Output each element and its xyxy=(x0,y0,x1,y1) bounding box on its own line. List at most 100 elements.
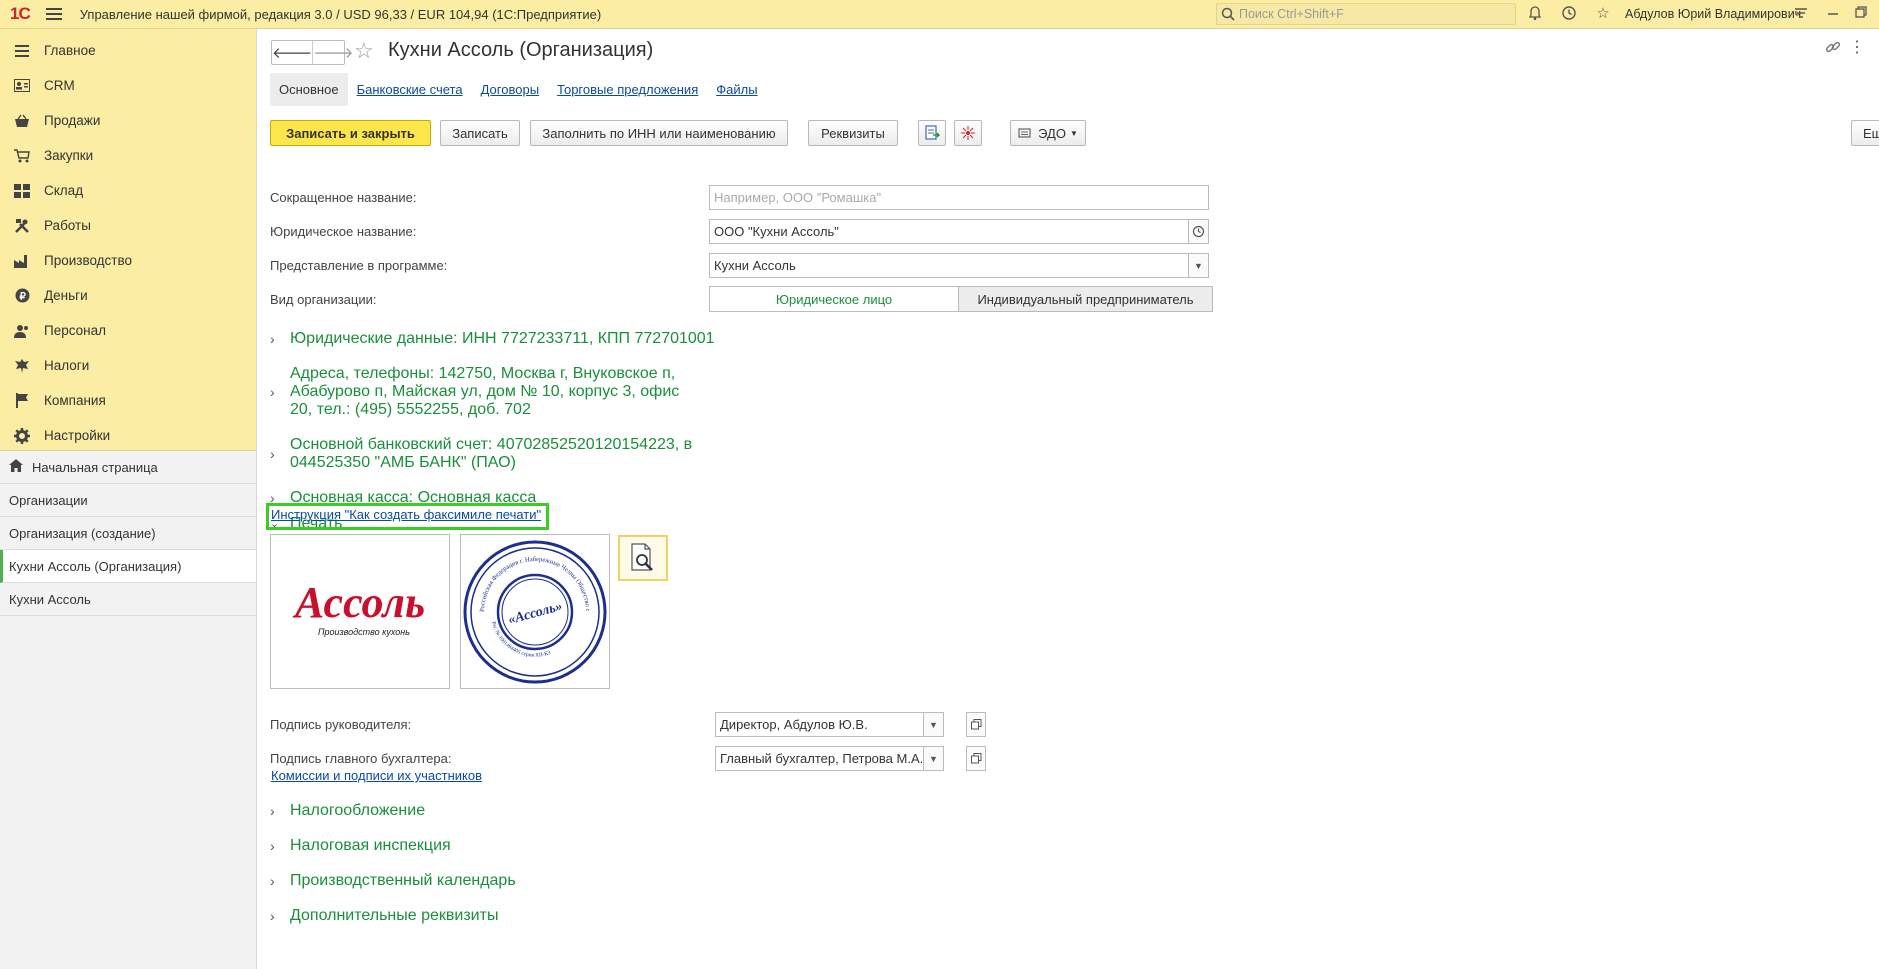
section-staff[interactable]: Персонал xyxy=(0,313,256,348)
section-works[interactable]: Работы xyxy=(0,208,256,243)
open-window-kitchen[interactable]: Кухни Ассоль xyxy=(0,583,256,616)
tab-bank-accounts[interactable]: Банковские счета xyxy=(348,73,472,106)
forward-arrow-icon[interactable]: 🡒 xyxy=(312,41,353,64)
nav-buttons: 🡐 🡒 xyxy=(271,40,353,65)
more-vertical-icon[interactable]: ⋮ xyxy=(1849,37,1865,57)
display-name-input[interactable]: Кухни Ассоль ▼ xyxy=(709,253,1209,278)
section-purchases[interactable]: Закупки xyxy=(0,138,256,173)
commissions-link[interactable]: Комиссии и подписи их участников xyxy=(271,768,482,783)
structure-icon[interactable] xyxy=(954,120,982,146)
tab-trade-offers[interactable]: Торговые предложения xyxy=(548,73,707,106)
stamp-seal: Российская Федерация г. Набережные Челны… xyxy=(462,537,607,683)
open-window-org-create[interactable]: Организация (создание) xyxy=(0,517,256,550)
org-type-legal-entity[interactable]: Юридическое лицо xyxy=(709,286,959,312)
people-icon xyxy=(14,323,30,339)
tab-bar: Основное Банковские счета Договоры Торго… xyxy=(270,73,767,106)
history-icon[interactable] xyxy=(1560,5,1578,23)
facsimile-instruction-link[interactable]: Инструкция "Как создать факсимиле печати… xyxy=(271,507,541,522)
section-money[interactable]: ₽ Деньги xyxy=(0,278,256,313)
tab-contracts[interactable]: Договоры xyxy=(472,73,548,106)
section-company[interactable]: Компания xyxy=(0,383,256,418)
open-copy-icon[interactable] xyxy=(966,746,986,771)
basket-icon xyxy=(14,113,30,129)
group-taxation[interactable]: › Налогообложение xyxy=(270,802,425,820)
group-extra-title: Дополнительные реквизиты xyxy=(290,907,499,924)
section-crm[interactable]: CRM xyxy=(0,68,256,103)
director-signature-input[interactable]: Директор, Абдулов Ю.В. ▼ xyxy=(715,712,944,737)
short-name-label: Сокращенное название: xyxy=(270,189,417,205)
open-window-org-current[interactable]: Кухни Ассоль (Организация) xyxy=(0,550,256,583)
search-input[interactable]: Поиск Ctrl+Shift+F xyxy=(1216,3,1516,25)
section-taxes[interactable]: Налоги xyxy=(0,348,256,383)
logo-image[interactable]: Ассоль Производство кухонь xyxy=(270,534,450,689)
group-calendar-title: Производственный календарь xyxy=(290,872,516,889)
chevron-down-icon[interactable]: ▼ xyxy=(923,712,944,737)
section-settings[interactable]: Настройки xyxy=(0,418,256,453)
legal-name-input[interactable]: ООО "Кухни Ассоль" xyxy=(709,219,1209,244)
save-button[interactable]: Записать xyxy=(440,120,520,146)
main-form: 🡐 🡒 ☆ Кухни Ассоль (Организация) ⋮ Основ… xyxy=(258,29,1879,969)
home-icon xyxy=(9,459,23,475)
chevron-down-icon[interactable]: ▼ xyxy=(1188,253,1209,278)
cart-icon xyxy=(14,148,30,164)
minimize-icon[interactable] xyxy=(1824,5,1842,23)
group-bank-account[interactable]: › Основной банковский счет: 407028525201… xyxy=(270,436,692,472)
group-legal-data[interactable]: › Юридические данные: ИНН 7727233711, КП… xyxy=(270,330,715,348)
main-menu-icon[interactable] xyxy=(45,8,62,20)
address-line: 20, тел.: (495) 5552255, доб. 702 xyxy=(290,401,531,418)
save-close-button[interactable]: Записать и закрыть xyxy=(270,120,431,146)
open-window-organizations[interactable]: Организации xyxy=(0,484,256,517)
chevron-right-icon: › xyxy=(270,446,275,462)
section-main[interactable]: Главное xyxy=(0,33,256,68)
chevron-down-icon[interactable]: ▼ xyxy=(923,746,944,771)
app-logo[interactable]: 1С xyxy=(10,4,31,24)
section-warehouse[interactable]: Склад xyxy=(0,173,256,208)
bell-icon[interactable] xyxy=(1526,5,1544,23)
section-label: Производство xyxy=(44,253,133,268)
tab-main[interactable]: Основное xyxy=(270,73,348,106)
back-arrow-icon[interactable]: 🡐 xyxy=(272,41,312,64)
group-tax-office[interactable]: › Налоговая инспекция xyxy=(270,837,451,855)
magnifier-button[interactable] xyxy=(618,535,668,581)
section-label: Склад xyxy=(44,183,84,198)
top-bar: 1С Управление нашей фирмой, редакция 3.0… xyxy=(0,0,1879,29)
group-calendar[interactable]: › Производственный календарь xyxy=(270,872,516,890)
document-export-icon[interactable] xyxy=(918,120,946,146)
chevron-right-icon: › xyxy=(270,838,275,854)
user-name[interactable]: Абдулов Юрий Владимирович xyxy=(1625,7,1801,21)
settings-lines-icon[interactable] xyxy=(1792,5,1810,23)
section-label: Настройки xyxy=(44,428,111,443)
section-sales[interactable]: Продажи xyxy=(0,103,256,138)
display-name-value: Кухни Ассоль xyxy=(714,258,796,273)
org-type-label: Вид организации: xyxy=(270,291,377,307)
requisites-button[interactable]: Реквизиты xyxy=(808,120,898,146)
open-window-label: Кухни Ассоль (Организация) xyxy=(9,558,182,574)
open-window-home[interactable]: Начальная страница xyxy=(0,451,256,484)
org-type-row: Вид организации: xyxy=(270,286,377,312)
stamp-image[interactable]: Российская Федерация г. Набережные Челны… xyxy=(460,534,610,689)
svg-text:Производство кухонь: Производство кухонь xyxy=(318,627,410,637)
short-name-input[interactable]: Например, ООО "Ромашка" xyxy=(709,185,1209,210)
fill-by-inn-button[interactable]: Заполнить по ИНН или наименованию xyxy=(530,120,788,146)
org-type-entrepreneur[interactable]: Индивидуальный предприниматель xyxy=(959,286,1213,312)
favorites-star-icon[interactable]: ☆ xyxy=(1594,5,1612,23)
history-icon[interactable] xyxy=(1188,219,1209,244)
address-line: Абабурово п, Майская ул, дом № 10, корпу… xyxy=(290,383,680,400)
more-button[interactable]: Еще xyxy=(1851,120,1879,146)
tools-icon xyxy=(14,218,30,234)
group-addresses[interactable]: › Адреса, телефоны: 142750, Москва г, Вн… xyxy=(270,365,679,419)
link-icon[interactable] xyxy=(1825,39,1841,58)
section-production[interactable]: Производство xyxy=(0,243,256,278)
sidebar: Главное CRM Продажи Закупки Склад Работы… xyxy=(0,29,257,969)
favorite-star-icon[interactable]: ☆ xyxy=(354,38,374,64)
group-extra[interactable]: › Дополнительные реквизиты xyxy=(270,907,498,925)
edo-dropdown-button[interactable]: ЭДО ▼ xyxy=(1010,120,1086,146)
open-copy-icon[interactable] xyxy=(966,712,986,737)
tab-files[interactable]: Файлы xyxy=(707,73,766,106)
factory-icon xyxy=(14,253,30,269)
edo-label: ЭДО xyxy=(1038,125,1066,141)
org-type-switch: Юридическое лицо Индивидуальный предприн… xyxy=(709,286,1213,312)
accountant-signature-input[interactable]: Главный бухгалтер, Петрова М.А. ▼ xyxy=(715,746,944,771)
restore-icon[interactable] xyxy=(1852,5,1870,23)
legal-name-label: Юридическое название: xyxy=(270,223,417,239)
